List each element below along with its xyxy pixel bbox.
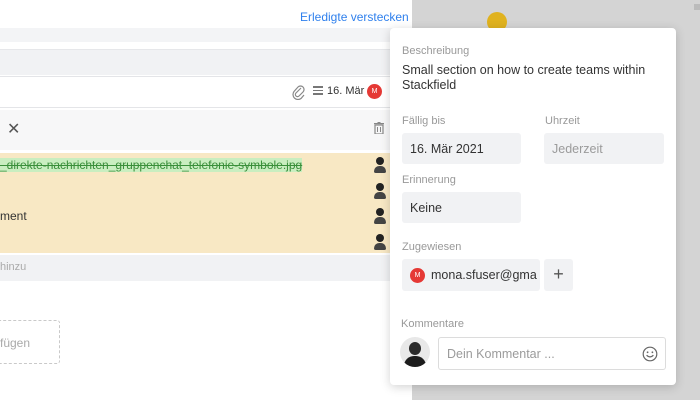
avatar: M xyxy=(410,267,425,283)
paperclip-icon xyxy=(292,84,306,101)
avatar xyxy=(373,208,387,224)
add-subtask-placeholder: hinzu xyxy=(0,261,27,273)
smiley-icon[interactable] xyxy=(642,346,658,362)
attachment-text: ment xyxy=(0,209,27,223)
description-icon xyxy=(313,86,323,95)
task-due-date: 16. Mär xyxy=(327,85,365,97)
assigned-label: Zugewiesen xyxy=(402,241,462,253)
task-detail-header xyxy=(0,110,412,150)
reminder-field[interactable]: Keine xyxy=(402,192,521,223)
hide-completed-link[interactable]: Erledigte verstecken xyxy=(300,10,409,24)
time-field[interactable]: Jederzeit xyxy=(544,133,664,164)
comments-label: Kommentare xyxy=(401,318,464,330)
avatar xyxy=(373,234,387,250)
dropzone-label: fügen xyxy=(0,336,31,350)
scroll-marker xyxy=(694,4,700,10)
description-text[interactable]: Small section on how to create teams wit… xyxy=(402,63,662,93)
avatar[interactable]: M xyxy=(367,84,382,99)
reminder-label: Erinnerung xyxy=(402,174,456,186)
section-band xyxy=(0,28,412,42)
comment-input[interactable] xyxy=(438,337,666,370)
close-icon[interactable]: ✕ xyxy=(7,119,20,139)
task-details-popover: Beschreibung Small section on how to cre… xyxy=(390,28,676,385)
time-label: Uhrzeit xyxy=(545,115,580,127)
description-label: Beschreibung xyxy=(402,45,470,57)
avatar xyxy=(373,183,387,199)
attachment-file-link[interactable]: _direkte-nachrichten_gruppenchat_telefon… xyxy=(0,158,303,172)
plus-icon: + xyxy=(553,264,564,284)
due-label: Fällig bis xyxy=(402,115,446,127)
avatar xyxy=(400,337,430,367)
assignee-chip[interactable]: M mona.sfuser@gma xyxy=(402,259,540,291)
task-list-panel: Erledigte verstecken 16. Mär M ✕ _direkt… xyxy=(0,0,412,400)
assignee-name: mona.sfuser@gma xyxy=(431,268,537,282)
section-header-row xyxy=(0,49,412,75)
add-assignee-button[interactable]: + xyxy=(544,259,573,291)
trash-icon[interactable] xyxy=(374,121,384,135)
add-subtask-row[interactable] xyxy=(0,255,412,281)
avatar xyxy=(373,157,387,173)
due-date-field[interactable]: 16. Mär 2021 xyxy=(402,133,521,164)
